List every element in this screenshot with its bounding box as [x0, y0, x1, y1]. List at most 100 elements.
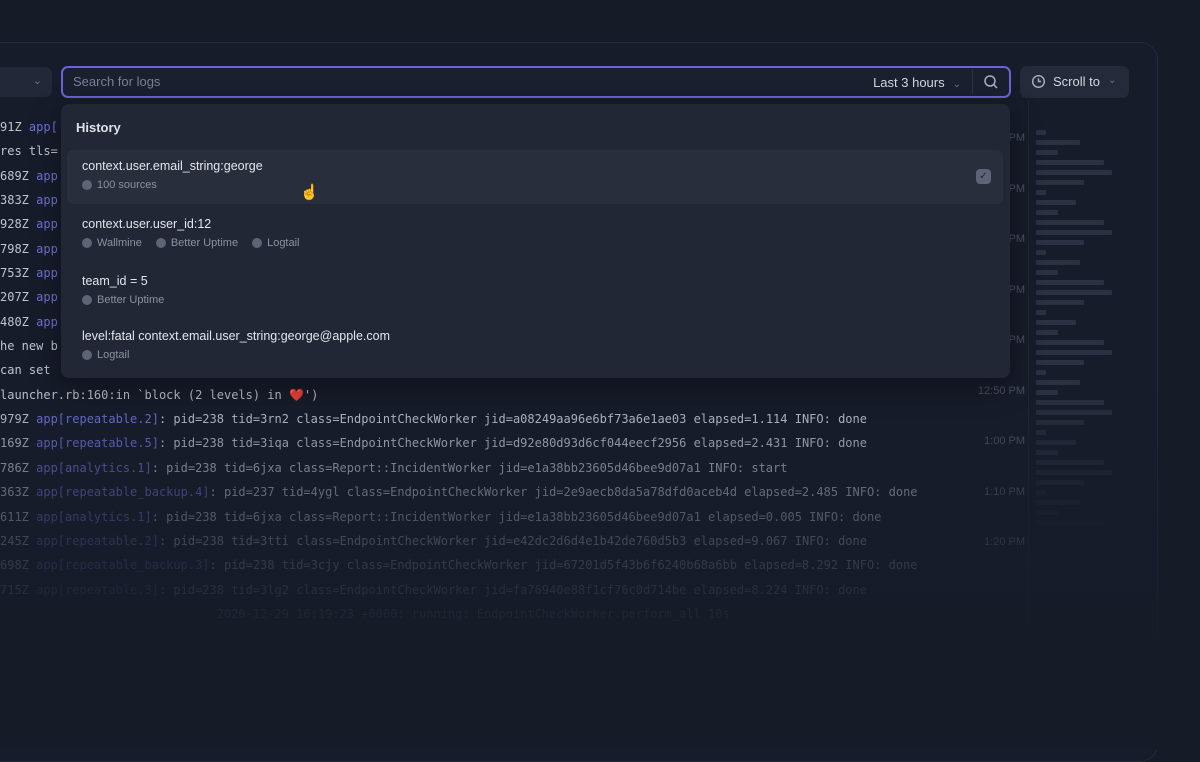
history-item[interactable]: context.user.email_string:george 100 sour…: [67, 150, 1003, 204]
minimap-bar: [1036, 170, 1112, 175]
log-timestamp: 480Z: [0, 314, 37, 329]
log-source: app: [36, 290, 58, 305]
source-icon: [82, 295, 92, 305]
history-sources: 100 sources: [82, 179, 157, 191]
scroll-to-button[interactable]: Scroll to ⌄: [1020, 66, 1129, 98]
log-line[interactable]: 715Z app[repeatable.3]: pid=238 tid=3lg2…: [0, 578, 918, 602]
source-name: Logtail: [267, 237, 300, 249]
history-item[interactable]: team_id = 5 Better Uptime: [67, 265, 1003, 319]
history-sources: Logtail: [82, 349, 129, 361]
log-source: app[repeatable.5]: [36, 436, 159, 451]
log-timestamp: can set: [0, 363, 51, 378]
log-message: : pid=238 tid=3rn2 class=EndpointCheckWo…: [158, 412, 867, 427]
source-tag: 100 sources: [82, 179, 157, 191]
minimap-bar: [1036, 250, 1046, 255]
log-timestamp: 698Z: [0, 558, 37, 573]
log-line[interactable]: 245Z app[repeatable.2]: pid=238 tid=3tti…: [0, 529, 918, 553]
source-tag: Better Uptime: [82, 294, 164, 306]
log-timestamp: 979Z: [0, 412, 37, 427]
minimap-bar: [1036, 500, 1080, 505]
minimap-bar: [1036, 330, 1058, 335]
log-line[interactable]: 698Z app[repeatable_backup.3]: pid=238 t…: [0, 553, 918, 577]
log-source: app[repeatable.3]: [36, 582, 159, 597]
minimap-bar: [1036, 260, 1080, 265]
log-line[interactable]: 786Z app[analytics.1]: pid=238 tid=6jxa …: [0, 456, 918, 480]
log-timestamp: 715Z: [0, 582, 37, 597]
source-name: Wallmine: [97, 237, 142, 249]
minimap-bar: [1036, 270, 1058, 275]
source-icon: [82, 180, 92, 190]
log-line[interactable]: 611Z app[analytics.1]: pid=238 tid=6jxa …: [0, 505, 918, 529]
minimap-bar: [1036, 510, 1058, 515]
minimap-bar: [1036, 380, 1080, 385]
history-dropdown: History context.user.email_string:george…: [61, 104, 1010, 378]
log-line[interactable]: 169Z app[repeatable.5]: pid=238 tid=3iqa…: [0, 431, 918, 455]
log-line[interactable]: launcher.rb:160:in `block (2 levels) in …: [0, 383, 918, 407]
source-select[interactable]: ⌄: [0, 67, 52, 97]
source-name: 100 sources: [97, 179, 157, 191]
minimap-bar: [1036, 150, 1058, 155]
minimap-bar: [1036, 350, 1112, 355]
log-source: app: [36, 314, 58, 329]
log-timestamp: 786Z: [0, 460, 37, 475]
minimap-bar: [1036, 300, 1084, 305]
history-query: team_id = 5: [82, 274, 148, 288]
log-source: app: [36, 168, 58, 183]
divider: [1028, 100, 1029, 750]
time-range-label: Last 3 hours: [873, 75, 945, 90]
history-item[interactable]: context.user.user_id:12 Wallmine Better Up…: [67, 208, 1003, 262]
search-input[interactable]: [73, 74, 773, 89]
checkbox[interactable]: ✓: [976, 169, 991, 184]
minimap-bar: [1036, 160, 1104, 165]
minimap-bar: [1036, 430, 1046, 435]
minimap-bar: [1036, 210, 1058, 215]
minimap-bar: [1036, 480, 1084, 485]
chevron-down-icon: ⌄: [952, 79, 961, 90]
log-line[interactable]: 363Z app[repeatable_backup.4]: pid=237 t…: [0, 480, 918, 504]
minimap-bar: [1036, 470, 1112, 475]
history-sources: Better Uptime: [82, 294, 164, 306]
history-query: context.user.email_string:george: [82, 159, 263, 173]
log-line[interactable]: 2020-12-29 16:19:23 +0000: running: Endp…: [0, 602, 918, 626]
log-message: : pid=238 tid=3tti class=EndpointCheckWo…: [158, 533, 867, 548]
minimap-bar: [1036, 200, 1076, 205]
minimap-bar: [1036, 420, 1084, 425]
search-bar: Last 3 hours ⌄: [61, 66, 1011, 98]
time-range-select[interactable]: Last 3 hours ⌄: [873, 75, 961, 90]
chevron-down-icon: ⌄: [1108, 75, 1117, 86]
hand-cursor-icon: ☝: [300, 184, 319, 201]
history-sources: Wallmine Better Uptime Logtail: [82, 237, 300, 249]
minimap-bar: [1036, 440, 1076, 445]
source-icon: [155, 238, 166, 248]
minimap-bar: [1036, 280, 1104, 285]
source-icon: [252, 238, 263, 248]
history-query: level:fatal context.email.user_string:ge…: [82, 329, 390, 343]
source-icon: [82, 238, 92, 248]
log-source: app: [36, 193, 58, 208]
log-source: app[: [28, 120, 58, 134]
time-label: 1:20 PM: [984, 536, 1025, 548]
log-timestamp: 611Z: [0, 509, 37, 524]
minimap-bar: [1036, 230, 1112, 235]
log-line[interactable]: 979Z app[repeatable.2]: pid=238 tid=3rn2…: [0, 407, 918, 431]
time-label: 1:10 PM: [984, 485, 1025, 498]
log-timestamp: 245Z: [0, 533, 37, 548]
minimap-bar: [1036, 460, 1104, 465]
source-name: Better Uptime: [170, 237, 239, 249]
source-tag: Wallmine: [82, 237, 142, 249]
log-timestamp: 928Z: [0, 217, 37, 232]
minimap-bar: [1036, 140, 1080, 145]
history-item[interactable]: level:fatal context.email.user_string:ge…: [67, 320, 1003, 374]
search-icon[interactable]: [983, 74, 999, 90]
scroll-to-label: Scroll to: [1053, 74, 1100, 89]
minimap-bar: [1036, 490, 1046, 495]
log-source: app[repeatable.2]: [36, 412, 159, 427]
minimap-bar: [1036, 520, 1104, 525]
minimap-bar: [1036, 370, 1046, 375]
minimap[interactable]: [1036, 130, 1112, 530]
log-timestamp: 383Z: [0, 193, 37, 208]
minimap-bar: [1036, 180, 1084, 185]
log-message: : pid=238 tid=3lg2 class=EndpointCheckWo…: [158, 582, 867, 597]
log-timestamp: 169Z: [0, 436, 37, 451]
log-source: app: [36, 217, 58, 232]
